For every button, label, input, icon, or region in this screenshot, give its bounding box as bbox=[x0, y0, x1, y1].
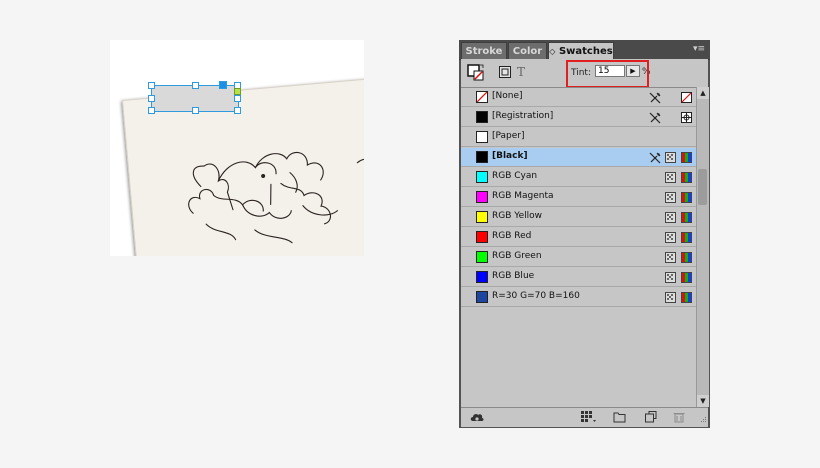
swatch-name: [None] bbox=[492, 91, 523, 101]
process-icon bbox=[665, 172, 676, 186]
swatch-row[interactable]: [Paper] bbox=[461, 128, 696, 147]
swatch-row[interactable]: [Registration] bbox=[461, 108, 696, 127]
process-icon bbox=[665, 292, 676, 306]
resize-handle-middle-right[interactable] bbox=[234, 95, 241, 102]
rgb-icon bbox=[681, 172, 692, 186]
resize-handle-bottom-center[interactable] bbox=[192, 107, 199, 114]
scroll-up-icon[interactable]: ▲ bbox=[697, 87, 709, 99]
swatch-color-chip bbox=[476, 271, 488, 283]
process-icon bbox=[665, 232, 676, 246]
scroll-thumb[interactable] bbox=[698, 169, 707, 205]
swatch-color-chip bbox=[476, 171, 488, 183]
panel-tab-bar: Stroke Color ◇ Swatches ▾≡ bbox=[459, 40, 710, 60]
process-icon bbox=[665, 152, 676, 166]
swatch-name: RGB Red bbox=[492, 231, 532, 241]
swatch-row[interactable]: RGB Magenta bbox=[461, 188, 696, 207]
reference-point-handle[interactable] bbox=[219, 81, 227, 89]
swatch-row[interactable]: RGB Yellow bbox=[461, 208, 696, 227]
scroll-down-icon[interactable]: ▼ bbox=[697, 395, 709, 407]
new-swatch-icon[interactable] bbox=[644, 411, 658, 423]
no-edit-icon bbox=[649, 92, 661, 107]
swatch-row[interactable]: R=30 G=70 B=160 bbox=[461, 288, 696, 307]
rgb-icon bbox=[681, 212, 692, 226]
cmyk-icon bbox=[681, 152, 692, 166]
resize-handle-top-center[interactable] bbox=[192, 82, 199, 89]
swatch-name: [Paper] bbox=[492, 131, 525, 141]
swatch-color-chip bbox=[476, 111, 488, 123]
swatch-views-icon[interactable] bbox=[581, 411, 597, 423]
formatting-affects-text-icon[interactable]: T bbox=[517, 65, 525, 79]
no-edit-icon bbox=[649, 152, 661, 167]
resize-handle-bottom-right[interactable] bbox=[234, 107, 241, 114]
resize-grip-icon[interactable] bbox=[699, 417, 707, 425]
fill-stroke-icon[interactable] bbox=[467, 64, 485, 82]
tab-color-label: Color bbox=[512, 46, 543, 57]
new-color-group-icon[interactable] bbox=[613, 411, 627, 423]
swatch-name: R=30 G=70 B=160 bbox=[492, 291, 580, 301]
resize-handle-middle-left[interactable] bbox=[148, 95, 155, 102]
swatch-color-chip bbox=[476, 211, 488, 223]
tab-color[interactable]: Color bbox=[508, 42, 547, 59]
tab-stroke-label: Stroke bbox=[465, 46, 503, 57]
no-edit-icon bbox=[649, 112, 661, 127]
document-canvas[interactable] bbox=[110, 40, 364, 256]
selected-rectangle-frame[interactable] bbox=[148, 81, 241, 114]
rgb-icon bbox=[681, 252, 692, 266]
swatch-name: [Black] bbox=[492, 151, 528, 161]
swatch-row[interactable]: RGB Blue bbox=[461, 268, 696, 287]
swatches-toolbar: T Tint: ▶ % bbox=[461, 59, 708, 88]
process-icon bbox=[665, 272, 676, 286]
swatch-color-chip bbox=[476, 131, 488, 143]
swatch-color-chip bbox=[476, 291, 488, 303]
swatch-list[interactable]: [None] [Registration] [Paper] [Black] RGB Cy… bbox=[461, 87, 696, 408]
swatch-row[interactable]: RGB Red bbox=[461, 228, 696, 247]
swatch-name: RGB Cyan bbox=[492, 171, 538, 181]
swatch-name: RGB Magenta bbox=[492, 191, 554, 201]
content-grabber-handle[interactable] bbox=[234, 88, 241, 95]
delete-swatch-icon[interactable] bbox=[673, 411, 685, 423]
rgb-icon bbox=[681, 272, 692, 286]
swatch-row[interactable]: [None] bbox=[461, 88, 696, 107]
process-icon bbox=[665, 252, 676, 266]
cc-libraries-icon[interactable] bbox=[469, 411, 485, 423]
process-icon bbox=[665, 212, 676, 226]
swatches-panel: Stroke Color ◇ Swatches ▾≡ T Tint: ▶ % [… bbox=[459, 40, 710, 428]
process-icon bbox=[665, 192, 676, 206]
swatch-name: RGB Green bbox=[492, 251, 542, 261]
tab-stroke[interactable]: Stroke bbox=[461, 42, 507, 59]
none-swatch-icon bbox=[681, 92, 692, 106]
rgb-icon bbox=[681, 192, 692, 206]
formatting-affects-container-icon[interactable] bbox=[499, 66, 511, 78]
tint-highlight-annotation bbox=[566, 60, 649, 88]
registration-icon bbox=[681, 112, 692, 126]
swatch-row[interactable]: RGB Cyan bbox=[461, 168, 696, 187]
swatch-color-chip bbox=[476, 191, 488, 203]
swatch-name: RGB Yellow bbox=[492, 211, 542, 221]
resize-handle-bottom-left[interactable] bbox=[148, 107, 155, 114]
tab-swatches[interactable]: ◇ Swatches bbox=[548, 42, 614, 59]
rgb-icon bbox=[681, 292, 692, 306]
tab-swatches-label: Swatches bbox=[558, 46, 613, 57]
resize-handle-top-left[interactable] bbox=[148, 82, 155, 89]
swatch-list-scrollbar[interactable]: ▲ ▼ bbox=[696, 87, 709, 407]
swatch-color-chip bbox=[476, 91, 488, 103]
panel-bottom-bar bbox=[461, 407, 708, 427]
swatch-row[interactable]: [Black] bbox=[461, 148, 696, 167]
swatch-name: RGB Blue bbox=[492, 271, 535, 281]
swatch-name: [Registration] bbox=[492, 111, 554, 121]
swatch-color-chip bbox=[476, 251, 488, 263]
rgb-icon bbox=[681, 232, 692, 246]
swatch-color-chip bbox=[476, 151, 488, 163]
tab-options-icon: ◇ bbox=[549, 47, 556, 56]
swatch-row[interactable]: RGB Green bbox=[461, 248, 696, 267]
panel-menu-icon[interactable]: ▾≡ bbox=[693, 44, 707, 54]
swatch-color-chip bbox=[476, 231, 488, 243]
